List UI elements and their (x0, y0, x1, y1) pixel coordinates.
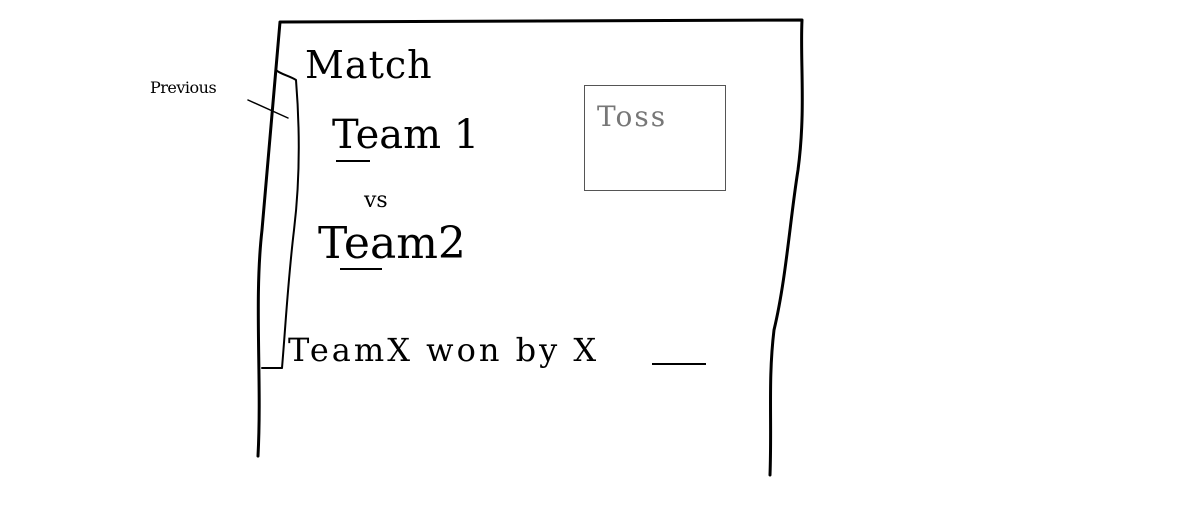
team1-underline (336, 160, 370, 162)
team2-underline (340, 268, 382, 270)
match-result: TeamX won by X (288, 331, 600, 369)
previous-label[interactable]: Previous (150, 80, 217, 96)
team2-name: Team2 (318, 218, 466, 269)
page-title: Match (305, 43, 433, 87)
team1-name: Team 1 (332, 112, 480, 158)
vs-label: vs (364, 188, 388, 213)
previous-pointer (247, 99, 289, 119)
result-blank-line (652, 363, 706, 365)
toss-box[interactable]: Toss (584, 85, 726, 191)
toss-label: Toss (597, 100, 668, 133)
